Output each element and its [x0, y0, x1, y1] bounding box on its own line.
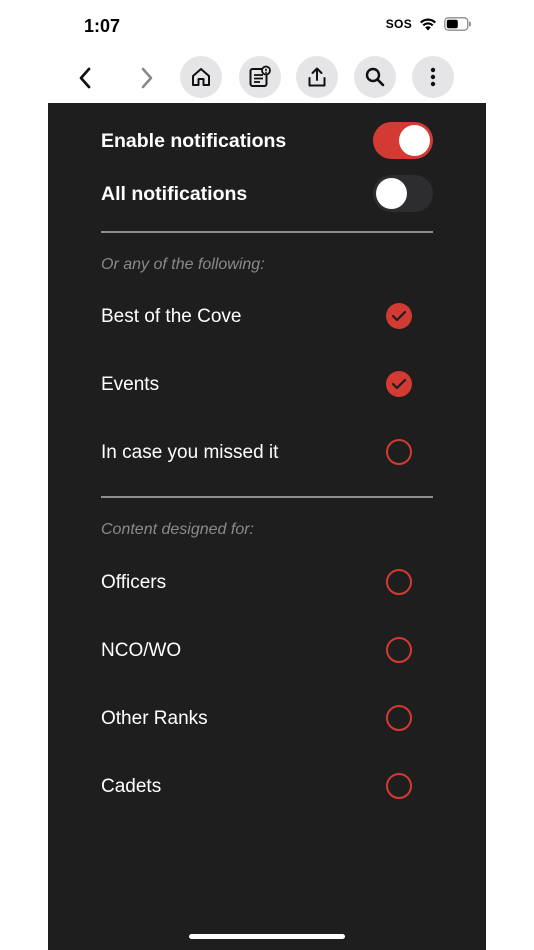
divider: [101, 231, 433, 233]
enable-notifications-toggle[interactable]: [373, 122, 433, 159]
home-indicator[interactable]: [189, 934, 345, 939]
chevron-left-icon: [79, 67, 91, 89]
search-button[interactable]: [354, 56, 396, 98]
status-time: 1:07: [84, 16, 121, 36]
checkmark-icon: [391, 310, 407, 322]
all-notifications-toggle[interactable]: [373, 175, 433, 212]
option-label: Cadets: [101, 776, 162, 797]
wifi-icon: [419, 17, 437, 31]
other-ranks-checkbox[interactable]: [386, 705, 412, 731]
divider: [101, 496, 433, 498]
notification-settings-panel: Enable notifications All notifications O…: [48, 103, 486, 950]
option-label: In case you missed it: [101, 442, 279, 463]
news-button[interactable]: [239, 56, 281, 98]
browser-toolbar: [0, 55, 534, 101]
status-indicators: SOS: [386, 17, 472, 31]
officers-checkbox[interactable]: [386, 569, 412, 595]
sos-indicator: SOS: [385, 17, 412, 31]
status-bar: 1:07 SOS: [0, 0, 534, 52]
share-button[interactable]: [296, 56, 338, 98]
in-case-you-missed-it-checkbox[interactable]: [386, 439, 412, 465]
checkmark-icon: [391, 378, 407, 390]
forward-button[interactable]: [132, 63, 162, 93]
nco-wo-checkbox[interactable]: [386, 637, 412, 663]
option-label: NCO/WO: [101, 640, 182, 661]
share-icon: [308, 67, 326, 87]
battery-icon: [444, 17, 472, 31]
search-icon: [365, 67, 385, 87]
option-label: Other Ranks: [101, 708, 208, 729]
option-label: Best of the Cove: [101, 306, 242, 327]
section-caption: Content designed for:: [101, 521, 254, 538]
chevron-right-icon: [141, 67, 153, 89]
all-notifications-label: All notifications: [101, 183, 248, 205]
enable-notifications-label: Enable notifications: [101, 130, 287, 152]
more-button[interactable]: [412, 56, 454, 98]
news-icon: [249, 65, 271, 87]
toggle-knob: [376, 178, 407, 209]
back-button[interactable]: [70, 63, 100, 93]
home-icon: [192, 68, 210, 86]
toggle-knob: [399, 125, 430, 156]
section-caption: Or any of the following:: [101, 256, 265, 273]
more-icon: [430, 67, 436, 87]
home-button[interactable]: [180, 56, 222, 98]
option-label: Officers: [101, 572, 167, 593]
best-of-the-cove-checkbox[interactable]: [386, 303, 412, 329]
events-checkbox[interactable]: [386, 371, 412, 397]
cadets-checkbox[interactable]: [386, 773, 412, 799]
option-label: Events: [101, 374, 160, 395]
